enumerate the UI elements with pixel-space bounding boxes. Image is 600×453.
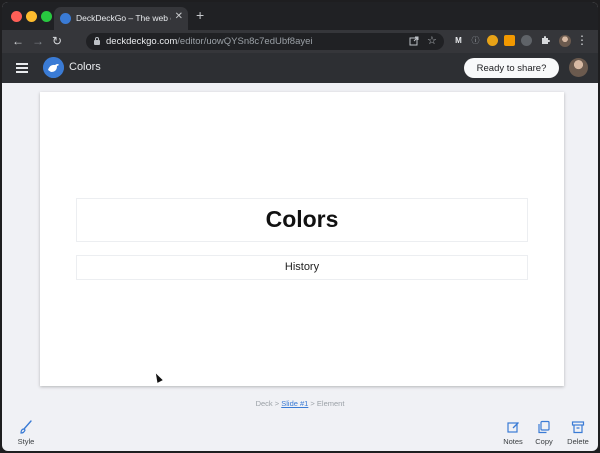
honey-extension-icon[interactable] [487,35,498,46]
style-button[interactable]: Style [14,420,38,446]
slide-content[interactable]: History [77,261,527,273]
user-avatar[interactable] [569,58,588,77]
browser-tab-deckdeckgo[interactable]: DeckDeckGo – The web open source editor … [54,7,188,30]
app-header: Colors Ready to share? [2,53,598,83]
notes-button[interactable]: Notes [501,420,525,446]
forward-arrow-icon[interactable]: → [32,34,44,48]
share-page-icon[interactable] [409,36,419,46]
slide-content-element[interactable]: History [76,255,528,280]
medium-extension-icon[interactable]: M [453,35,464,46]
slide-canvas[interactable]: Colors History [40,92,564,386]
copy-label: Copy [535,437,553,446]
address-bar[interactable]: deckdeckgo.com/editor/uowQYSn8c7edUbf8ay… [86,33,444,50]
deckdeckgo-favicon-icon [60,13,71,24]
reload-icon[interactable]: ↻ [52,34,62,48]
ready-to-share-button[interactable]: Ready to share? [464,58,559,78]
new-tab-button[interactable]: + [196,8,204,22]
deckdeckgo-logo-icon[interactable] [43,57,64,78]
slide-title[interactable]: Colors [77,206,527,233]
breadcrumb: Deck > Slide #1 > Element [2,399,598,408]
puzzle-extensions-icon[interactable] [540,35,551,46]
breadcrumb-separator: > [308,399,317,408]
url-host: deckdeckgo.com [106,36,178,47]
close-window-button[interactable] [11,11,22,22]
copy-button[interactable]: Copy [532,420,556,446]
browser-menu-icon[interactable]: ⋮ [576,33,588,47]
copy-icon [538,420,550,434]
back-arrow-icon[interactable]: ← [12,34,24,48]
profile-avatar[interactable] [559,35,571,47]
slide-title-element[interactable]: Colors [76,198,528,242]
tab-close-icon[interactable]: ✕ [175,11,183,23]
tab-strip: DeckDeckGo – The web open source editor … [2,2,598,30]
url-path: /editor/uowQYSn8c7edUbf8ayei [177,36,313,47]
record-extension-icon[interactable] [521,35,532,46]
breadcrumb-deck[interactable]: Deck [256,399,273,408]
tab-title: DeckDeckGo – The web open source editor … [76,13,171,23]
hamburger-menu-icon[interactable] [16,63,28,73]
breadcrumb-separator: > [272,399,282,408]
maximize-window-button[interactable] [41,11,52,22]
rss-extension-icon[interactable] [504,35,515,46]
minimize-window-button[interactable] [26,11,37,22]
brush-icon [20,420,32,434]
style-label: Style [17,437,35,446]
breadcrumb-slide[interactable]: Slide #1 [281,399,308,408]
url-text[interactable]: deckdeckgo.com/editor/uowQYSn8c7edUbf8ay… [106,36,313,47]
trash-icon [571,421,585,434]
bookmark-star-icon[interactable]: ☆ [427,35,437,47]
browser-toolbar: ← → ↻ deckdeckgo.com/editor/uowQYSn8c7ed… [2,30,598,53]
delete-label: Delete [567,437,589,446]
delete-button[interactable]: Delete [564,420,592,446]
deck-title[interactable]: Colors [69,61,101,73]
notes-label: Notes [503,437,523,446]
info-extension-icon[interactable]: ⓘ [470,35,481,46]
breadcrumb-element[interactable]: Element [317,399,345,408]
edit-note-icon [507,422,519,433]
browser-window: DeckDeckGo – The web open source editor … [2,2,598,451]
lock-icon[interactable] [94,37,100,45]
